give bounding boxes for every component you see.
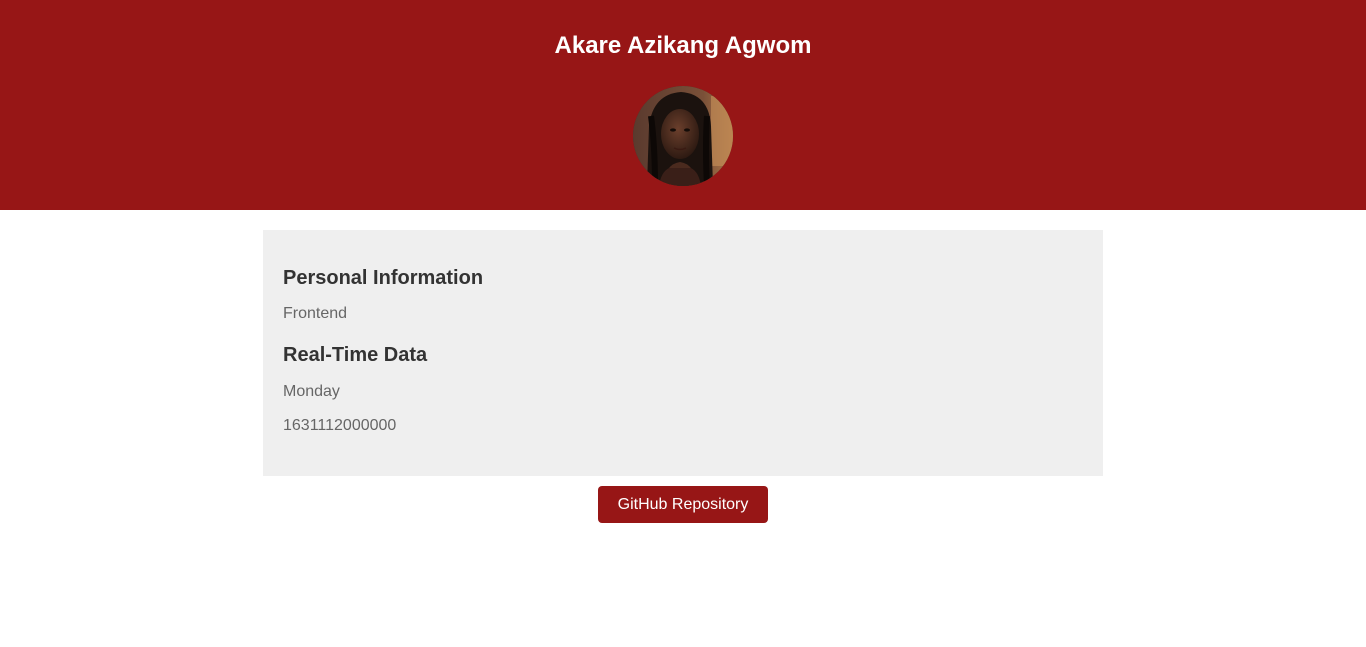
personal-information-heading: Personal Information — [283, 267, 484, 289]
avatar-portrait-image — [633, 86, 733, 186]
timestamp-text: 1631112000000 — [283, 417, 397, 434]
real-time-data-heading: Real-Time Data — [283, 344, 428, 366]
track-text: Frontend — [283, 305, 348, 322]
profile-name: Akare Azikang Agwom — [554, 32, 812, 59]
avatar — [633, 86, 733, 186]
info-card: Personal Information Frontend Real-Time … — [263, 230, 1103, 476]
current-day-text: Monday — [283, 383, 340, 400]
github-repository-button[interactable]: GitHub Repository — [598, 486, 768, 523]
profile-header: Akare Azikang Agwom — [0, 0, 1366, 210]
